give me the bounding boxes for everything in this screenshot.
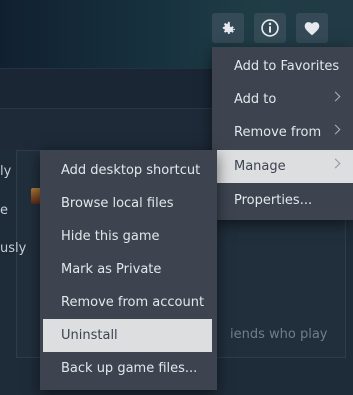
menu-item-label: Add to Favorites — [234, 59, 340, 74]
menu-item-label: Add to — [234, 92, 277, 107]
menu-item-add-desktop-shortcut[interactable]: Add desktop shortcut — [40, 154, 217, 187]
menu-item-mark-as-private[interactable]: Mark as Private — [40, 253, 217, 286]
menu-item-properties[interactable]: Properties... — [212, 184, 353, 217]
background-text-fragment: usly — [0, 241, 27, 256]
menu-item-manage[interactable]: Manage — [212, 150, 353, 183]
menu-item-label: Manage — [234, 159, 286, 174]
settings-button[interactable] — [212, 13, 244, 43]
info-icon — [261, 19, 279, 37]
menu-item-back-up-game-files[interactable]: Back up game files... — [40, 352, 217, 385]
menu-item-label: Properties... — [234, 193, 313, 208]
menu-item-uninstall[interactable]: Uninstall — [43, 319, 212, 352]
background-text-fragment: e — [0, 203, 8, 218]
info-button[interactable] — [254, 13, 286, 43]
menu-item-label: Browse local files — [61, 196, 174, 211]
menu-item-label: Add desktop shortcut — [61, 163, 201, 178]
menu-item-label: Back up game files... — [61, 361, 198, 376]
gear-icon — [222, 21, 235, 34]
chevron-right-icon — [330, 91, 341, 102]
menu-item-remove-from-account[interactable]: Remove from account — [40, 286, 217, 319]
manage-submenu: Add desktop shortcut Browse local files … — [40, 150, 217, 390]
menu-item-remove-from[interactable]: Remove from — [212, 116, 353, 149]
friends-who-play-label: iends who play — [230, 327, 328, 342]
favorite-button[interactable] — [296, 13, 328, 43]
game-context-menu: Add to Favorites Add to Remove from Mana… — [212, 47, 353, 220]
menu-item-label: Remove from — [234, 125, 322, 140]
chevron-right-icon — [330, 124, 341, 135]
background-text-fragment: ly — [0, 164, 12, 179]
heart-icon — [304, 22, 320, 36]
menu-item-label: Mark as Private — [61, 262, 162, 277]
menu-item-hide-this-game[interactable]: Hide this game — [40, 220, 217, 253]
menu-item-label: Uninstall — [61, 328, 118, 343]
menu-item-label: Remove from account — [61, 295, 205, 310]
menu-item-add-to-favorites[interactable]: Add to Favorites — [212, 50, 353, 83]
menu-item-browse-local-files[interactable]: Browse local files — [40, 187, 217, 220]
menu-item-label: Hide this game — [61, 229, 160, 244]
menu-item-add-to[interactable]: Add to — [212, 83, 353, 116]
chevron-right-icon — [330, 158, 341, 169]
